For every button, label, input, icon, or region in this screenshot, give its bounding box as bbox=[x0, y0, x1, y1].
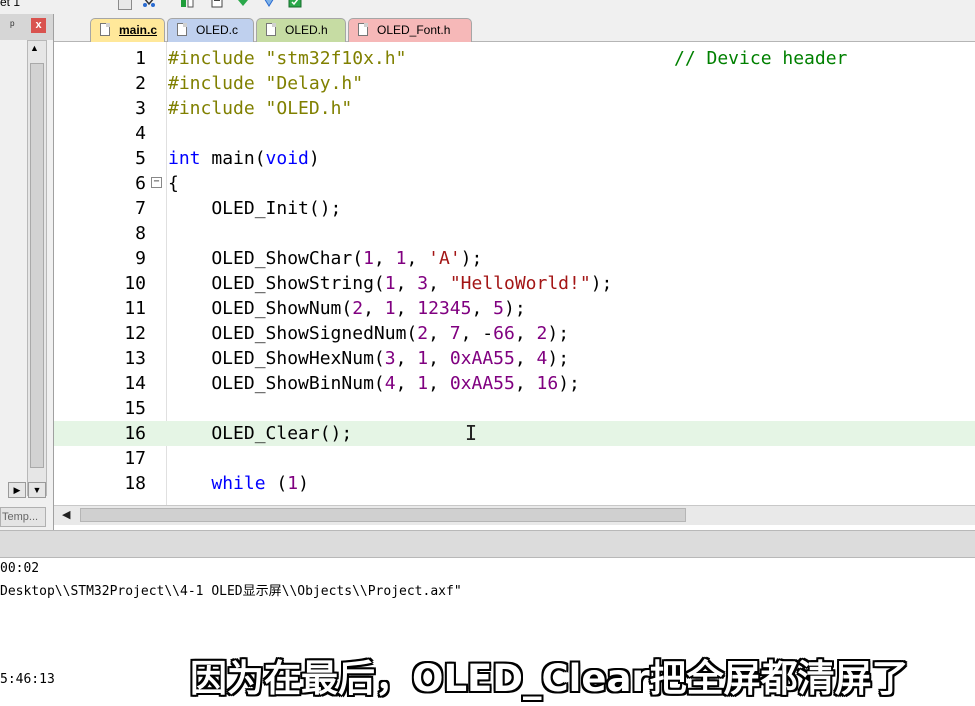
scroll-thumb[interactable] bbox=[30, 63, 44, 468]
code-line[interactable]: 10 OLED_ShowString(1, 3, "HelloWorld!"); bbox=[54, 271, 975, 296]
line-number: 7 bbox=[135, 198, 146, 219]
books-icon[interactable] bbox=[210, 0, 224, 8]
code-line[interactable]: 9 OLED_ShowChar(1, 1, 'A'); bbox=[54, 246, 975, 271]
horizontal-scroll-thumb[interactable] bbox=[80, 508, 686, 522]
panel-nav-buttons: ▶ ▼ bbox=[8, 482, 48, 498]
text-cursor-icon: I bbox=[465, 421, 478, 445]
templates-tab[interactable]: Temp... bbox=[0, 507, 46, 527]
code-line[interactable]: 15 bbox=[54, 396, 975, 421]
line-number: 1 bbox=[135, 48, 146, 69]
line-number: 18 bbox=[124, 473, 146, 494]
tab-label: OLED.h bbox=[285, 23, 328, 37]
code-text: OLED_ShowNum(2, 1, 12345, 5); bbox=[168, 298, 526, 319]
scroll-left-icon[interactable]: ◀ bbox=[62, 508, 70, 521]
scroll-right-button[interactable]: ▶ bbox=[8, 482, 26, 498]
line-number: 11 bbox=[124, 298, 146, 319]
file-icon bbox=[100, 23, 110, 36]
manage-runtime-icon[interactable] bbox=[288, 0, 302, 8]
tab-oled-c[interactable]: OLED.c bbox=[167, 18, 254, 42]
fold-toggle-icon[interactable]: − bbox=[151, 177, 162, 188]
code-text: { bbox=[168, 173, 179, 194]
output-line: Desktop\\STM32Project\\4-1 OLED显示屏\\Obje… bbox=[0, 584, 462, 599]
target-dropdown-button[interactable] bbox=[118, 0, 132, 10]
editor-tab-bar: main.c OLED.c OLED.h OLED_Font.h bbox=[54, 14, 975, 42]
line-number: 2 bbox=[135, 73, 146, 94]
code-line[interactable]: 14 OLED_ShowBinNum(4, 1, 0xAA55, 16); bbox=[54, 371, 975, 396]
file-extensions-icon[interactable] bbox=[180, 0, 194, 8]
code-text: while (1) bbox=[211, 473, 309, 494]
line-number: 16 bbox=[124, 423, 146, 444]
file-icon bbox=[177, 23, 187, 36]
line-number: 6 bbox=[135, 173, 146, 194]
target-select-value[interactable]: et 1 bbox=[0, 0, 20, 9]
tab-label: OLED.c bbox=[196, 23, 239, 37]
code-line[interactable]: 11 OLED_ShowNum(2, 1, 12345, 5); bbox=[54, 296, 975, 321]
code-line[interactable]: 12 OLED_ShowSignedNum(2, 7, -66, 2); bbox=[54, 321, 975, 346]
line-number: 3 bbox=[135, 98, 146, 119]
code-text: OLED_ShowBinNum(4, 1, 0xAA55, 16); bbox=[168, 373, 580, 394]
line-number: 17 bbox=[124, 448, 146, 469]
scroll-down-button[interactable]: ▼ bbox=[28, 482, 46, 498]
output-line: 00:02 bbox=[0, 561, 40, 576]
code-line[interactable]: 7 OLED_Init(); bbox=[54, 196, 975, 221]
tab-main-c[interactable]: main.c bbox=[90, 18, 165, 42]
line-number: 14 bbox=[124, 373, 146, 394]
pack-installer-icon[interactable] bbox=[236, 0, 250, 8]
line-number: 8 bbox=[135, 223, 146, 244]
line-number: 15 bbox=[124, 398, 146, 419]
tab-oled-font-h[interactable]: OLED_Font.h bbox=[348, 18, 472, 42]
project-panel-header: ᵖ x bbox=[0, 14, 53, 40]
file-icon bbox=[358, 23, 368, 36]
code-text: OLED_ShowSignedNum(2, 7, -66, 2); bbox=[168, 323, 570, 344]
manage-project-icon[interactable] bbox=[142, 0, 156, 8]
code-text: #include "OLED.h" bbox=[168, 98, 353, 119]
code-line[interactable]: 13 OLED_ShowHexNum(3, 1, 0xAA55, 4); bbox=[54, 346, 975, 371]
close-panel-button[interactable]: x bbox=[31, 18, 46, 33]
line-number: 4 bbox=[135, 123, 146, 144]
tab-label: OLED_Font.h bbox=[377, 23, 451, 37]
line-number: 12 bbox=[124, 323, 146, 344]
code-line[interactable]: 8 bbox=[54, 221, 975, 246]
file-icon bbox=[266, 23, 276, 36]
line-number: 5 bbox=[135, 148, 146, 169]
code-line[interactable]: 18 while (1) bbox=[54, 471, 975, 496]
code-line[interactable]: 2 #include "Delay.h" bbox=[54, 71, 975, 96]
code-text: int main(void) bbox=[168, 148, 320, 169]
code-text: OLED_ShowString(1, 3, "HelloWorld!"); bbox=[168, 273, 613, 294]
code-text: #include "stm32f10x.h" bbox=[168, 48, 407, 69]
toolbar: et 1 bbox=[0, 0, 975, 14]
code-line[interactable]: 3 #include "OLED.h" bbox=[54, 96, 975, 121]
tab-oled-h[interactable]: OLED.h bbox=[256, 18, 346, 42]
project-panel: ᵖ x ▲ ▶ ▼ Temp... bbox=[0, 14, 54, 530]
code-line[interactable]: 4 bbox=[54, 121, 975, 146]
project-panel-vertical-scrollbar[interactable]: ▲ bbox=[27, 40, 47, 496]
line-number: 9 bbox=[135, 248, 146, 269]
editor-horizontal-scrollbar[interactable]: ◀ bbox=[54, 505, 975, 525]
tab-label: main.c bbox=[119, 23, 158, 37]
code-text: OLED_Clear(); bbox=[168, 423, 353, 444]
code-line[interactable]: 17 bbox=[54, 446, 975, 471]
code-line[interactable]: 6−{ bbox=[54, 171, 975, 196]
line-number: 13 bbox=[124, 348, 146, 369]
code-text: OLED_ShowHexNum(3, 1, 0xAA55, 4); bbox=[168, 348, 570, 369]
select-packs-icon[interactable] bbox=[262, 0, 276, 8]
pin-icon[interactable]: ᵖ bbox=[10, 18, 15, 32]
code-text: #include "Delay.h" bbox=[168, 73, 364, 94]
output-line: 5:46:13 bbox=[0, 672, 55, 687]
video-subtitle: 因为在最后，OLED_Clear把全屏都清屏了 bbox=[190, 657, 909, 700]
code-text: OLED_Init(); bbox=[168, 198, 342, 219]
code-line[interactable]: 16 OLED_Clear(); I bbox=[54, 421, 975, 446]
scroll-up-icon[interactable]: ▲ bbox=[30, 43, 39, 53]
line-number: 10 bbox=[124, 273, 146, 294]
code-line[interactable]: 1 #include "stm32f10x.h" // Device header bbox=[54, 46, 975, 71]
panel-splitter[interactable] bbox=[0, 530, 975, 558]
code-text: OLED_ShowChar(1, 1, 'A'); bbox=[168, 248, 483, 269]
code-comment: // Device header bbox=[674, 48, 848, 69]
code-editor[interactable]: 1 #include "stm32f10x.h"// Device header 2… bbox=[54, 42, 975, 505]
code-line[interactable]: 5 int main(void) bbox=[54, 146, 975, 171]
